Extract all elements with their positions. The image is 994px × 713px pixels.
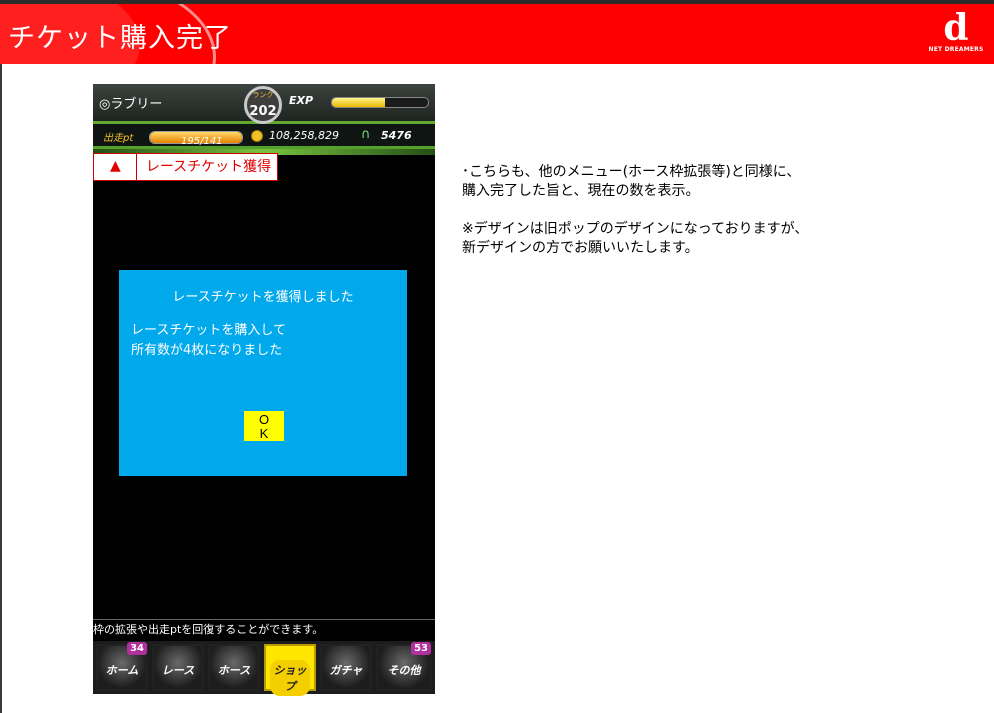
tab-label: ホース — [217, 664, 251, 677]
notification-badge: 53 — [411, 642, 431, 655]
notification-badge: 34 — [127, 642, 147, 655]
slide-left-border — [0, 64, 2, 713]
logo-mark: d — [943, 7, 969, 49]
rank-label: ランク — [252, 91, 274, 99]
exp-label: EXP — [289, 94, 314, 107]
logo-text: NET DREAMERS — [928, 46, 984, 53]
pt-label: 出走pt — [103, 133, 134, 144]
net-dreamers-logo: d NET DREAMERS — [926, 10, 986, 60]
tab-horse[interactable]: ホース — [208, 644, 260, 691]
page-title: チケット購入完了 — [8, 23, 232, 54]
bottom-tab-bar: 34 ホーム レース ホース ショップ ガチャ 53 その他 — [93, 641, 435, 696]
tab-label: ホーム — [105, 664, 139, 677]
warning-triangle-icon: ▲ — [110, 158, 121, 174]
pt-value: 195/141 — [181, 136, 223, 147]
rank-value: 202 — [249, 104, 277, 119]
note-line: 購入完了した旨と、現在の数を表示。 — [462, 183, 700, 199]
tab-race[interactable]: レース — [152, 644, 204, 691]
annotation-text: レースチケット獲得 — [145, 159, 272, 175]
slide-notes: ･こちらも、他のメニュー(ホース枠拡張等)と同様に、 購入完了した旨と、現在の数… — [462, 163, 942, 258]
dialog-message-line2: 所有数が4枚になりました — [131, 343, 283, 358]
note-line: ※デザインは旧ポップのデザインになっておりますが、 — [462, 221, 809, 237]
tab-shop[interactable]: ショップ — [264, 644, 316, 696]
exp-bar — [331, 97, 429, 108]
gold-amount: 108,258,829 — [269, 129, 339, 142]
ok-button[interactable]: O K — [244, 411, 284, 441]
tab-other[interactable]: 53 その他 — [376, 642, 432, 691]
dialog-title: レースチケットを獲得しました — [172, 290, 354, 305]
tab-label: ガチャ — [329, 664, 363, 677]
note-line: ･こちらも、他のメニュー(ホース枠拡張等)と同様に、 — [462, 164, 801, 180]
ticket-count: 5476 — [381, 129, 412, 142]
ok-button-label-top: O — [258, 411, 270, 427]
ok-button-label-bottom: K — [259, 425, 269, 441]
tab-gacha[interactable]: ガチャ — [320, 644, 372, 691]
tab-label: レース — [161, 664, 195, 677]
annotation-divider — [136, 154, 137, 180]
info-ticker: 枠の拡張や出走ptを回復することができます。 — [93, 619, 435, 642]
dialog-message-line1: レースチケットを購入して — [131, 323, 286, 338]
annotation-callout: ▲ レースチケット獲得 — [93, 153, 278, 181]
purchase-complete-dialog: レースチケットを獲得しました レースチケットを購入して 所有数が4枚になりました… — [119, 270, 407, 476]
rank-badge: ランク 202 — [244, 86, 282, 124]
tab-home[interactable]: 34 ホーム — [96, 642, 148, 691]
coin-icon — [251, 130, 263, 142]
tab-label: ショップ — [270, 660, 310, 696]
exp-bar-fill — [332, 98, 385, 107]
horseshoe-icon: ∩ — [361, 127, 371, 142]
note-line: 新デザインの方でお願いいたします。 — [462, 240, 699, 256]
tab-label: その他 — [387, 664, 421, 677]
player-name: ◎ラブリー — [99, 97, 163, 112]
slide-header: チケット購入完了 d NET DREAMERS — [0, 0, 994, 64]
dialog-message: レースチケットを購入して 所有数が4枚になりました — [131, 321, 391, 361]
